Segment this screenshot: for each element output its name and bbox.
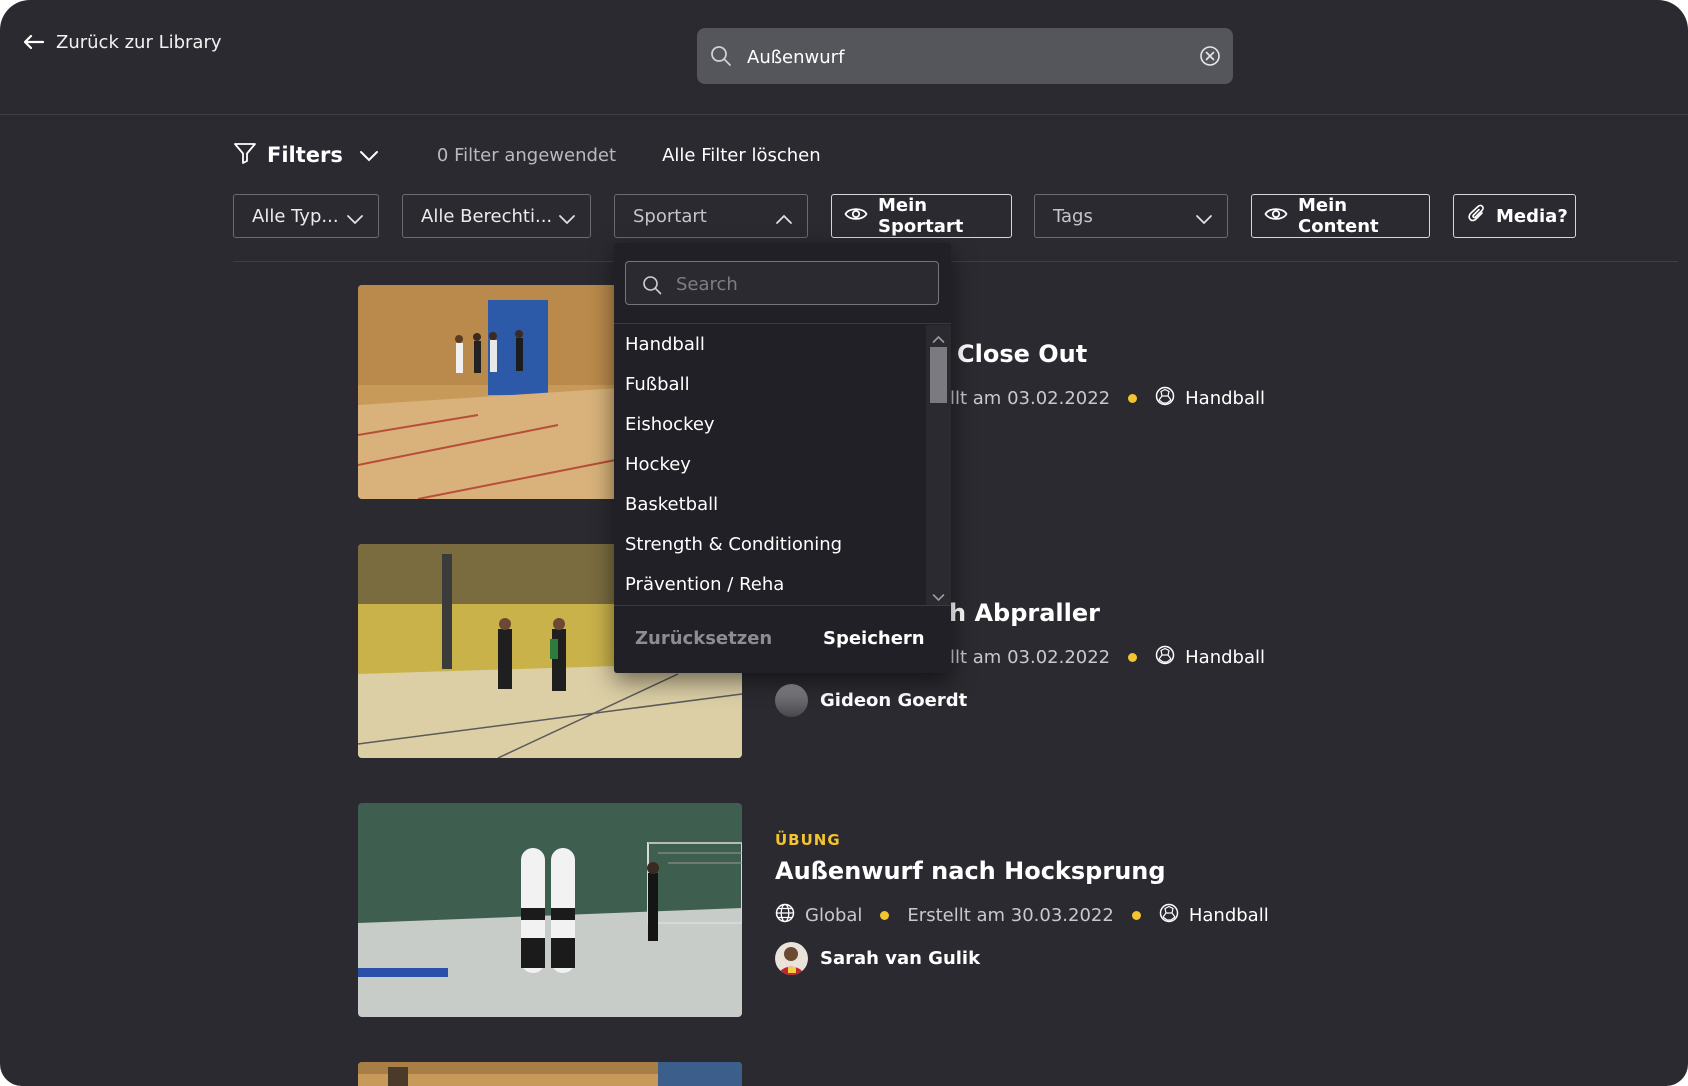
sport-search[interactable] [625, 261, 939, 305]
created-date: llt am 03.02.2022 [950, 388, 1111, 409]
exercise-meta: llt am 03.02.2022 Handball [950, 645, 1265, 670]
filters-bar: Filters 0 Filter angewendet Alle Filter … [233, 138, 821, 172]
media-filter-label: Media? [1496, 205, 1568, 227]
separator-dot [1131, 911, 1141, 920]
exercise-title[interactable]: h Abpraller [949, 599, 1265, 627]
visibility-label: Global [805, 905, 863, 926]
scrollbar-thumb[interactable] [930, 347, 947, 403]
separator-dot [1128, 653, 1138, 662]
ball-icon [1155, 386, 1175, 411]
type-filter-select[interactable]: Alle Typ... [233, 194, 379, 238]
sport-option[interactable]: Hockey [614, 445, 926, 485]
ball-icon [1159, 903, 1179, 928]
global-search[interactable] [697, 28, 1233, 84]
author-row: Sarah van Gulik [775, 942, 1269, 975]
filters-divider [233, 261, 1678, 262]
sport-label: Handball [1188, 905, 1269, 926]
separator-dot [880, 911, 890, 920]
sport-option-list: Handball Fußball Eishockey Hockey Basket… [614, 325, 926, 605]
author-row: Gideon Goerdt [775, 684, 1265, 717]
exercise-thumbnail[interactable] [358, 1062, 742, 1086]
exercise-meta: llt am 03.02.2022 Handball [950, 386, 1265, 411]
back-link-label: Zurück zur Library [56, 31, 222, 53]
dropdown-scrollbar[interactable] [926, 325, 951, 605]
app-window: Zurück zur Library Filters 0 Filter ange… [0, 0, 1688, 1086]
sport-option[interactable]: Eishockey [614, 405, 926, 445]
arrow-left-icon [24, 35, 44, 49]
ball-icon [1155, 645, 1175, 670]
eye-icon [1264, 205, 1288, 228]
author-fragment: : [947, 423, 1265, 444]
my-sport-toggle[interactable]: Mein Sportart [831, 194, 1012, 238]
avatar [775, 684, 808, 717]
chevron-down-icon [558, 209, 576, 230]
applied-filter-count: 0 Filter angewendet [436, 144, 617, 166]
back-to-library-link[interactable]: Zurück zur Library [24, 26, 222, 58]
created-date: Erstellt am 30.03.2022 [907, 905, 1114, 926]
author-name[interactable]: Sarah van Gulik [820, 948, 980, 969]
chevron-down-icon[interactable] [932, 587, 945, 606]
sport-dropdown: Handball Fußball Eishockey Hockey Basket… [614, 243, 951, 673]
eye-icon [844, 205, 868, 228]
media-filter-toggle[interactable]: Media? [1453, 194, 1576, 238]
clear-all-filters-link[interactable]: Alle Filter löschen [662, 145, 821, 166]
my-content-toggle[interactable]: Mein Content [1251, 194, 1430, 238]
sport-filter-label: Sportart [633, 205, 707, 227]
sport-filter-select[interactable]: Sportart [614, 194, 808, 238]
chevron-down-icon [1195, 209, 1213, 230]
permission-filter-label: Alle Berechti... [421, 205, 553, 227]
dropdown-footer: Zurücksetzen Speichern [614, 606, 951, 673]
sport-option[interactable]: Prävention / Reha [614, 565, 926, 605]
dropdown-divider [614, 323, 951, 324]
exercise-card-info: ÜBUNG Außenwurf nach Hocksprung Global E… [775, 831, 1269, 975]
search-icon [642, 275, 662, 299]
sport-search-input[interactable] [674, 268, 928, 300]
sport-option[interactable]: Strength & Conditioning [614, 525, 926, 565]
exercise-title[interactable]: Close Out [957, 340, 1265, 368]
globe-icon [775, 903, 795, 928]
global-search-input[interactable] [745, 36, 1169, 78]
sport-option[interactable]: Basketball [614, 485, 926, 525]
chevron-down-icon [359, 143, 379, 167]
filters-title: Filters [267, 143, 343, 167]
sport-label: Handball [1185, 647, 1265, 668]
avatar [775, 942, 808, 975]
filters-toggle[interactable]: Filters [233, 141, 379, 170]
type-filter-label: Alle Typ... [252, 205, 339, 227]
chevron-down-icon [346, 209, 364, 230]
save-button[interactable]: Speichern [823, 628, 925, 649]
top-bar: Zurück zur Library [0, 0, 1688, 115]
tags-filter-label: Tags [1053, 205, 1093, 227]
funnel-icon [233, 141, 257, 170]
exercise-meta: Global Erstellt am 30.03.2022 Handball [775, 903, 1269, 928]
paperclip-icon [1468, 204, 1486, 229]
sport-option[interactable]: Fußball [614, 365, 926, 405]
separator-dot [1128, 394, 1138, 403]
exercise-title[interactable]: Außenwurf nach Hocksprung [775, 857, 1269, 885]
clear-search-icon[interactable] [1199, 45, 1221, 71]
permission-filter-select[interactable]: Alle Berechti... [402, 194, 591, 238]
exercise-thumbnail[interactable] [358, 803, 742, 1017]
sport-label: Handball [1185, 388, 1265, 409]
created-date: llt am 03.02.2022 [950, 647, 1111, 668]
sport-option[interactable]: Handball [614, 325, 926, 365]
chevron-up-icon[interactable] [932, 329, 945, 348]
author-name[interactable]: Gideon Goerdt [820, 690, 967, 711]
exercise-type-label: ÜBUNG [775, 831, 841, 849]
reset-button[interactable]: Zurücksetzen [635, 628, 772, 649]
tags-filter-select[interactable]: Tags [1034, 194, 1228, 238]
my-sport-label: Mein Sportart [878, 195, 964, 237]
chevron-up-icon [775, 209, 793, 230]
search-icon [709, 44, 733, 72]
my-content-label: Mein Content [1298, 195, 1379, 237]
